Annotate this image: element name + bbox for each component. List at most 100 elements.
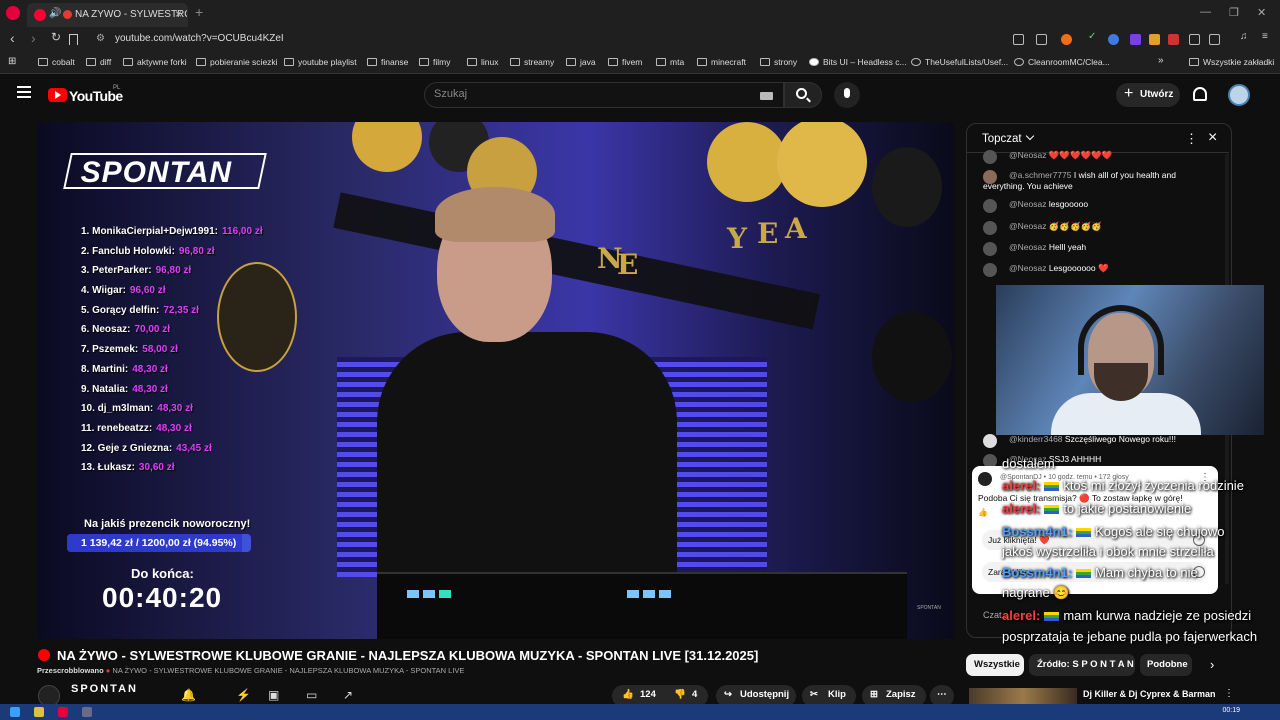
bookmark-icon[interactable] — [69, 34, 78, 45]
balloon-decoration — [707, 122, 787, 202]
spontan-logo: SPONTAN — [63, 153, 267, 189]
miniplayer-icon[interactable]: ▭ — [306, 688, 317, 702]
brave-shield-icon[interactable] — [1061, 34, 1072, 45]
close-icon[interactable]: × — [1208, 129, 1217, 147]
search-button[interactable] — [784, 82, 822, 108]
extension-counter-icon[interactable] — [1130, 34, 1141, 45]
region-code: PL — [113, 85, 121, 91]
folder-icon — [608, 58, 618, 66]
search-input[interactable] — [434, 88, 734, 100]
avatar — [983, 199, 997, 213]
explorer-icon[interactable] — [34, 707, 44, 717]
chip-all[interactable]: Wszystkie — [966, 654, 1024, 676]
hamburger-menu-icon[interactable] — [17, 86, 31, 98]
extension-icon[interactable] — [1108, 34, 1119, 45]
back-icon[interactable]: ‹ — [10, 30, 15, 46]
browser-taskbar-icon[interactable] — [58, 707, 68, 717]
browser-menu-icon[interactable]: ≡ — [1262, 31, 1273, 42]
balloon-decoration — [352, 122, 422, 172]
shop-icon[interactable]: ▣ — [268, 688, 279, 702]
bookmark-folder[interactable]: java — [566, 57, 596, 67]
browser-tab-active[interactable]: 🔊 NA ŻYWO - SYLWESTROWE KLUBOWE GRANIE -… — [27, 3, 188, 27]
bookmark-folder[interactable]: minecraft — [697, 57, 746, 67]
overlay-chat-line: jakoś wystrzeliła i obok mnie strzeliła — [1002, 544, 1214, 559]
new-tab-button[interactable]: + — [195, 4, 203, 20]
controller-pad — [627, 590, 639, 598]
window-close-icon[interactable]: ✕ — [1257, 6, 1266, 19]
channel-name[interactable]: SPONTAN — [71, 683, 138, 695]
account-avatar[interactable] — [1228, 84, 1250, 106]
minimize-icon[interactable]: — — [1200, 6, 1211, 18]
overlay-chat-line: Bossm4n1: Kogoś ale się chujowo — [1002, 524, 1225, 539]
github-icon — [911, 58, 921, 66]
chat-mode-dropdown[interactable]: Topczat — [982, 131, 1034, 145]
more-options-icon[interactable]: ⋮ — [1185, 131, 1198, 147]
apps-grid-icon[interactable]: ⊞ — [8, 56, 16, 67]
restore-icon[interactable]: ❐ — [1229, 6, 1239, 19]
chip-similar[interactable]: Podobne — [1140, 654, 1192, 676]
bookmark-folder[interactable]: mta — [656, 57, 684, 67]
create-button[interactable]: + Utwórz — [1116, 83, 1180, 107]
bookmark-item[interactable]: Bits UI – Headless c... — [809, 57, 907, 67]
extension-icon-2[interactable] — [1149, 34, 1160, 45]
url-field[interactable]: youtube.com/watch?v=OCUBcu4KZeI — [115, 33, 284, 44]
donor-row: 10. dj_m3lman: 48,30 zł — [81, 403, 193, 415]
voice-search-button[interactable] — [834, 82, 860, 108]
bookmark-favicon-icon — [809, 58, 819, 66]
thumbs-up-icon: 👍 — [622, 689, 634, 700]
share-page-icon[interactable] — [1036, 34, 1047, 45]
check-extension-icon[interactable]: ✓ — [1088, 31, 1099, 42]
tab-close-icon[interactable]: × — [175, 7, 182, 21]
extensions-puzzle-icon[interactable] — [1189, 34, 1200, 45]
donor-row: 5. Gorący delfin: 72,35 zł — [81, 304, 199, 316]
keyboard-icon[interactable] — [760, 92, 773, 100]
donor-row: 1. MonikaCierpial+Dejw1991: 116,00 zł — [81, 226, 263, 237]
channel-avatar — [978, 472, 992, 486]
reload-icon[interactable]: ↻ — [51, 30, 61, 44]
start-icon[interactable] — [10, 707, 20, 717]
avatar — [983, 242, 997, 256]
notifications-bell-icon[interactable] — [1193, 87, 1207, 101]
bookmarks-overflow-icon[interactable]: » — [1158, 55, 1164, 66]
browser-logo-icon[interactable] — [6, 6, 20, 20]
speaker-icon[interactable]: 🔊 — [49, 8, 61, 19]
bookmark-folder[interactable]: finanse — [367, 57, 408, 67]
forward-icon[interactable]: › — [31, 30, 36, 46]
youtube-logo-icon[interactable] — [48, 88, 67, 102]
all-bookmarks-button[interactable]: Wszystkie zakładki — [1189, 57, 1274, 67]
chip-source[interactable]: Źródło: S P O N T A N — [1029, 654, 1135, 676]
share-icon: ↪ — [724, 689, 732, 700]
video-player[interactable]: N E Y E A SPONTAN 1. MonikaCierpial+Dejw… — [37, 122, 954, 639]
banner-letter: Y — [727, 222, 747, 255]
bookmark-item[interactable]: TheUsefulLists/Usef... — [911, 57, 1008, 67]
chevron-down-icon — [1025, 131, 1034, 141]
thanks-icon[interactable]: ⚡ — [236, 688, 251, 702]
banner-letter: A — [785, 212, 807, 245]
bookmark-folder[interactable]: linux — [467, 57, 498, 67]
bookmark-folder[interactable]: strony — [760, 57, 797, 67]
bookmark-folder[interactable]: fivem — [608, 57, 642, 67]
dj-hair — [435, 187, 555, 242]
bookmark-item[interactable]: diff — [86, 57, 111, 67]
app-taskbar-icon[interactable] — [82, 707, 92, 717]
sidebar-icon[interactable] — [1209, 34, 1220, 45]
extension-icon-3[interactable] — [1168, 34, 1179, 45]
recommended-title[interactable]: Dj Killer & Dj Cyprex & Barman — [1083, 689, 1216, 699]
chat-input[interactable]: Czat... — [983, 610, 1009, 620]
bookmark-item[interactable]: youtube playlist — [284, 57, 357, 67]
bookmark-item[interactable]: CleanroomMC/Clea... — [1014, 57, 1110, 67]
chevron-right-icon[interactable]: › — [1210, 657, 1214, 672]
bookmark-folder[interactable]: filmy — [419, 57, 450, 67]
more-options-icon[interactable]: ⋮ — [1224, 688, 1234, 699]
bookmark-item[interactable]: cobalt — [38, 57, 75, 67]
bookmark-item[interactable]: aktywne forki — [123, 57, 187, 67]
bookmark-item[interactable]: pobieranie sciezki — [196, 57, 278, 67]
site-info-icon[interactable]: ⚙ — [96, 33, 105, 44]
balloon-decoration — [777, 122, 867, 207]
cast-icon[interactable] — [1013, 34, 1024, 45]
bell-icon[interactable]: 🔔 — [181, 688, 196, 702]
share-arrow-icon[interactable]: ↗ — [343, 688, 353, 702]
new-year-balloon — [872, 312, 952, 402]
bookmark-folder[interactable]: streamy — [510, 57, 554, 67]
media-icon[interactable]: ♫ — [1240, 31, 1251, 42]
